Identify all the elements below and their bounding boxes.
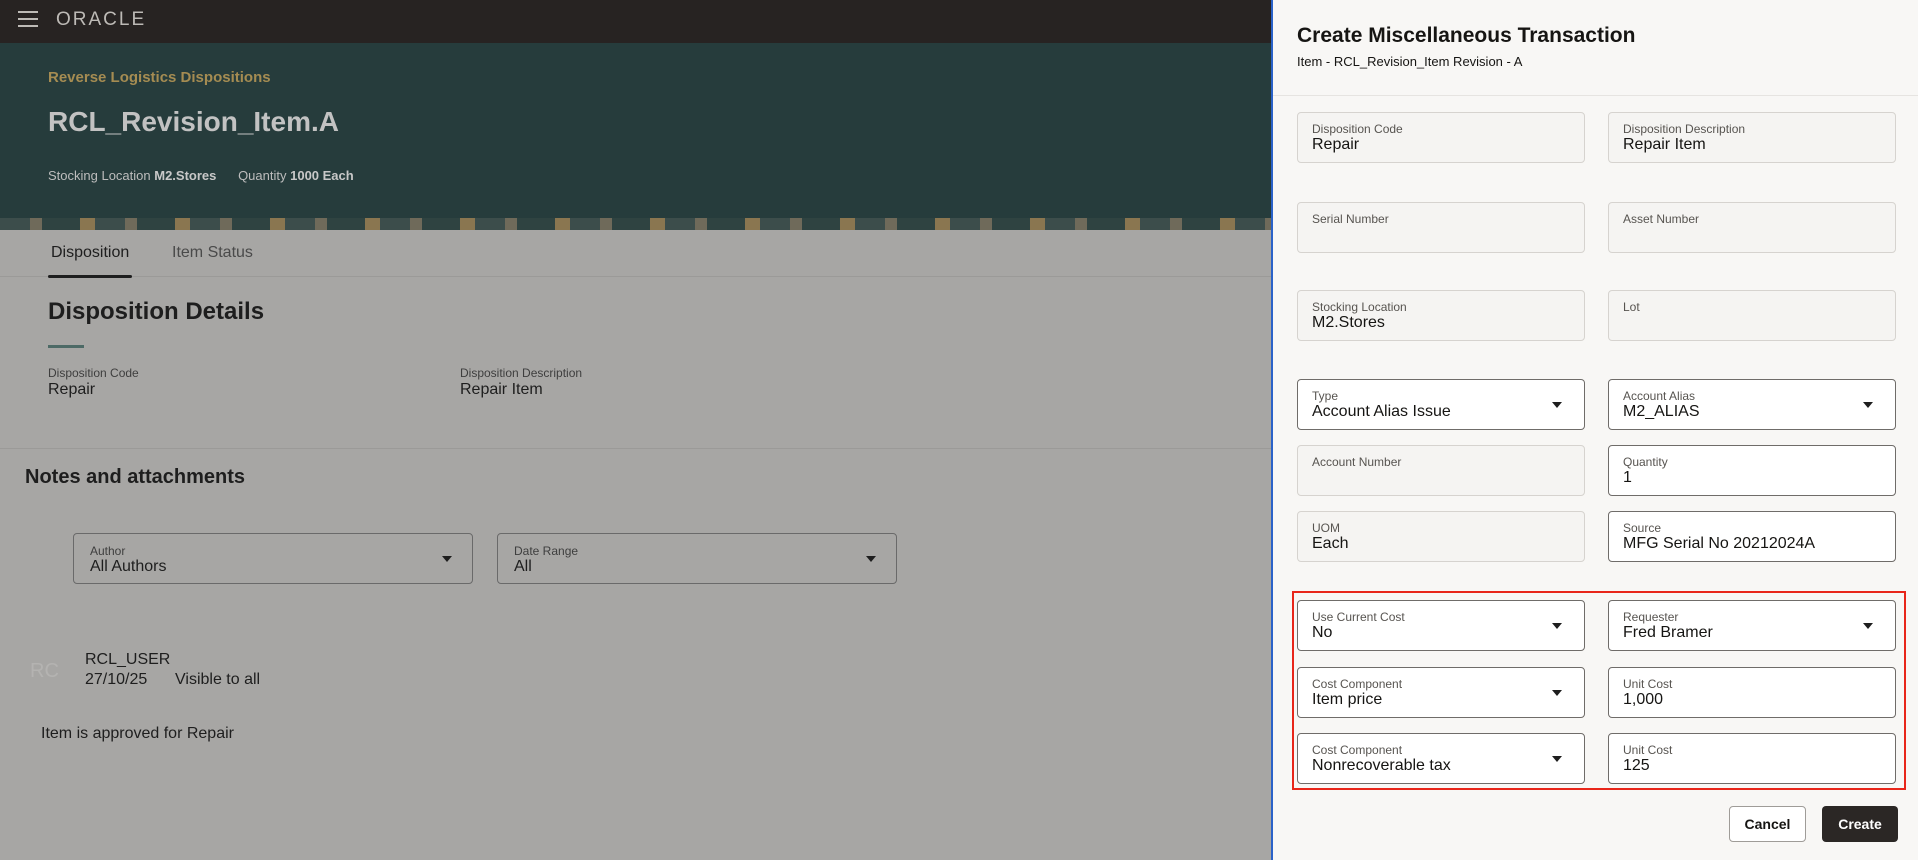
chevron-down-icon — [866, 556, 876, 562]
field-label: Type — [1312, 389, 1339, 403]
divider — [1273, 95, 1918, 96]
field-label: Account Number — [1312, 455, 1402, 469]
field-label: Quantity — [1623, 455, 1668, 469]
stocking-location-field: Stocking Location M2.Stores — [1297, 290, 1585, 341]
tab-disposition[interactable]: Disposition — [47, 244, 133, 278]
field-label: Asset Number — [1623, 212, 1700, 226]
disposition-description-label: Disposition Description — [460, 366, 583, 380]
cancel-button[interactable]: Cancel — [1729, 806, 1806, 842]
account-alias-select[interactable]: Account Alias M2_ALIAS — [1608, 379, 1896, 430]
field-label: Lot — [1623, 300, 1640, 314]
chevron-down-icon — [442, 556, 452, 562]
field-value: Account Alias Issue — [1312, 403, 1451, 420]
create-button[interactable]: Create — [1822, 806, 1898, 842]
type-select[interactable]: Type Account Alias Issue — [1297, 379, 1585, 430]
avatar: RC — [30, 660, 59, 682]
section-heading: Disposition Details — [48, 298, 265, 325]
background-page: ORACLE Reverse Logistics Dispositions RC… — [0, 0, 1271, 860]
field-value: M2.Stores — [1312, 314, 1385, 331]
field-value: M2_ALIAS — [1623, 403, 1700, 420]
field-value: Repair Item — [1623, 136, 1706, 153]
field-label: UOM — [1312, 521, 1340, 535]
note-text: Item is approved for Repair — [41, 725, 234, 742]
disposition-description-field: Disposition Description Repair Item — [1608, 112, 1896, 163]
notes-heading: Notes and attachments — [25, 466, 246, 488]
field-label: Serial Number — [1312, 212, 1389, 226]
decorative-pattern — [0, 218, 1271, 230]
date-range-filter[interactable]: Date Range All — [497, 533, 897, 584]
date-range-label: Date Range — [514, 544, 579, 558]
hamburger-menu-icon[interactable] — [18, 11, 38, 27]
dialog-subtitle: Item - RCL_Revision_Item Revision - A — [1297, 54, 1523, 69]
account-number-field: Account Number — [1297, 445, 1585, 496]
tab-bar: Disposition Item Status — [0, 230, 1271, 278]
quantity-label: Quantity — [238, 168, 287, 183]
disposition-code-label: Disposition Code — [48, 366, 139, 380]
field-label: Source — [1623, 521, 1662, 535]
field-value: 1 — [1623, 469, 1632, 486]
header-meta: Stocking Location M2.Stores Quantity 100… — [48, 168, 354, 183]
disposition-code-field: Disposition Code Repair — [1297, 112, 1585, 163]
page-title: RCL_Revision_Item.A — [48, 106, 339, 137]
author-label: Author — [90, 544, 126, 558]
disposition-code-value: Repair — [48, 381, 96, 398]
page-header: Reverse Logistics Dispositions RCL_Revis… — [0, 43, 1271, 218]
field-label: Disposition Code — [1312, 122, 1403, 136]
date-range-value: All — [514, 558, 532, 575]
field-label: Stocking Location — [1312, 300, 1407, 314]
breadcrumb[interactable]: Reverse Logistics Dispositions — [48, 69, 271, 86]
dialog-title: Create Miscellaneous Transaction — [1297, 24, 1636, 47]
author-filter[interactable]: Author All Authors — [73, 533, 473, 584]
chevron-down-icon — [1863, 402, 1873, 408]
create-transaction-drawer: Create Miscellaneous Transaction Item - … — [1271, 0, 1918, 860]
stocking-location-value: M2.Stores — [154, 168, 217, 183]
divider — [0, 448, 1271, 449]
field-label: Account Alias — [1623, 389, 1696, 403]
stocking-location-label: Stocking Location — [48, 168, 151, 183]
quantity-value: 1000 Each — [290, 168, 354, 183]
lot-field: Lot — [1608, 290, 1896, 341]
highlight-box — [1292, 591, 1906, 790]
serial-number-field: Serial Number — [1297, 202, 1585, 253]
author-value: All Authors — [90, 558, 167, 575]
asset-number-field: Asset Number — [1608, 202, 1896, 253]
note-author: RCL_USER — [85, 651, 171, 668]
field-value: Each — [1312, 535, 1349, 552]
note-date: 27/10/25 — [85, 671, 148, 688]
top-bar: ORACLE — [0, 0, 1271, 43]
field-value: MFG Serial No 20212024A — [1623, 535, 1816, 552]
field-label: Disposition Description — [1623, 122, 1746, 136]
tab-item-status[interactable]: Item Status — [172, 244, 253, 262]
note-visibility: Visible to all — [175, 671, 261, 688]
oracle-logo[interactable]: ORACLE — [56, 9, 146, 31]
uom-field: UOM Each — [1297, 511, 1585, 562]
quantity-field[interactable]: Quantity 1 — [1608, 445, 1896, 496]
chevron-down-icon — [1552, 402, 1562, 408]
source-field[interactable]: Source MFG Serial No 20212024A — [1608, 511, 1896, 562]
heading-accent — [48, 345, 84, 348]
disposition-description-value: Repair Item — [460, 381, 543, 398]
field-value: Repair — [1312, 136, 1360, 153]
